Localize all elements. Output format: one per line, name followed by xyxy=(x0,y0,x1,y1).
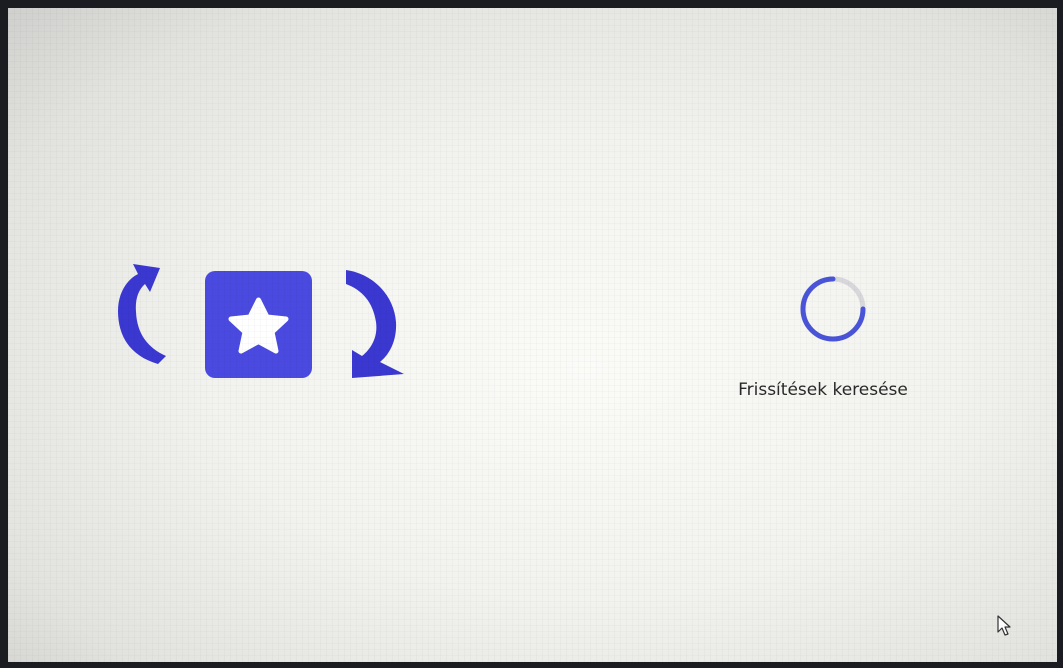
loading-spinner-icon xyxy=(800,276,866,342)
refresh-arrow-left-icon xyxy=(118,264,166,364)
mouse-pointer-icon xyxy=(997,615,1011,636)
update-screen: Frissítések keresése xyxy=(8,8,1057,662)
refresh-arrow-right-icon xyxy=(346,270,404,378)
status-text: Frissítések keresése xyxy=(738,380,908,400)
star-tile-icon xyxy=(205,271,312,378)
update-star-illustration xyxy=(118,264,404,378)
